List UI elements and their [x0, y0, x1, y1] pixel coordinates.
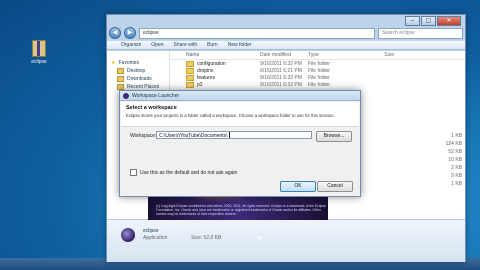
- folder-icon: [186, 67, 194, 74]
- dialog-header: Select a workspace Eclipse stores your p…: [121, 102, 359, 127]
- checkbox-label: Use this as the default and do not ask a…: [140, 169, 238, 176]
- nav-item-favorites[interactable]: ★ Favorites: [107, 59, 169, 67]
- close-button[interactable]: ✕: [437, 16, 461, 26]
- text-caret: [229, 132, 230, 138]
- downloads-icon: [117, 76, 124, 82]
- details-kind: Application: [143, 235, 168, 241]
- open-button[interactable]: Open: [151, 42, 163, 48]
- dialog-description: Eclipse stores your projects in a folder…: [126, 113, 335, 118]
- eclipse-app-icon: [121, 228, 135, 242]
- star-icon: ★: [111, 60, 116, 66]
- workspace-label: Workspace:: [130, 133, 157, 139]
- folder-icon: [186, 74, 194, 81]
- dialog-title: Workspace Launcher: [132, 93, 180, 99]
- desktop-icon-label: eclipse: [31, 59, 47, 65]
- column-type[interactable]: Type: [308, 52, 354, 58]
- maximize-button[interactable]: ▢: [421, 16, 436, 26]
- address-bar[interactable]: eclipse: [139, 27, 375, 39]
- share-with-button[interactable]: Share with: [174, 42, 198, 48]
- default-checkbox[interactable]: [130, 169, 137, 176]
- splash-copyright: (c) Copyright Eclipse contributors and o…: [156, 204, 326, 216]
- file-row[interactable]: configuration 9/16/2011 6:32 PM File fol…: [170, 60, 465, 67]
- default-workspace-option[interactable]: Use this as the default and do not ask a…: [130, 169, 237, 176]
- folder-icon: [186, 60, 194, 67]
- workspace-launcher-dialog: Workspace Launcher Select a workspace Ec…: [119, 90, 361, 197]
- column-size[interactable]: Size: [354, 52, 394, 58]
- cancel-button[interactable]: Cancel: [317, 181, 353, 192]
- column-date[interactable]: Date modified: [260, 52, 308, 58]
- file-row[interactable]: dropins 6/15/2011 6:21 PM File folder: [170, 67, 465, 74]
- file-row[interactable]: features 9/16/2011 6:32 PM File folder: [170, 74, 465, 81]
- details-size: Size: 52.0 KB: [191, 235, 222, 241]
- command-bar: Organize Open Share with Burn New folder: [107, 40, 465, 50]
- folder-icon: [186, 81, 194, 88]
- search-input[interactable]: Search eclipse: [378, 27, 463, 39]
- desktop-icon-eclipse[interactable]: eclipse: [27, 40, 51, 65]
- window-titlebar[interactable]: – ▢ ✕: [107, 15, 465, 27]
- nav-item-desktop[interactable]: Desktop: [107, 67, 169, 75]
- minimize-button[interactable]: –: [405, 16, 420, 26]
- new-folder-button[interactable]: New folder: [228, 42, 252, 48]
- file-row[interactable]: p2 9/16/2011 6:32 PM File folder: [170, 81, 465, 88]
- workspace-input[interactable]: C:\Users\YouTube\Documents\: [156, 131, 312, 139]
- column-name[interactable]: Name: [170, 52, 260, 58]
- forward-button[interactable]: ▶: [124, 27, 136, 39]
- nav-item-downloads[interactable]: Downloads: [107, 75, 169, 83]
- ok-button[interactable]: OK: [280, 181, 316, 192]
- eclipse-icon: [123, 93, 129, 99]
- mouse-cursor-icon: ✛: [256, 234, 263, 243]
- size-column-values: 1 KB 124 KB 52 KB 10 KB 2 KB 9 KB 1 KB: [445, 133, 462, 187]
- browse-button[interactable]: Browse...: [316, 131, 352, 142]
- back-button[interactable]: ◀: [109, 27, 121, 39]
- burn-button[interactable]: Burn: [207, 42, 218, 48]
- organize-button[interactable]: Organize: [121, 42, 141, 48]
- dialog-heading: Select a workspace: [126, 105, 177, 111]
- details-name: eclipse: [143, 228, 159, 234]
- details-pane: eclipse Application Size: 52.0 KB: [107, 219, 465, 262]
- zip-folder-icon: [32, 40, 46, 57]
- dialog-titlebar[interactable]: Workspace Launcher: [120, 91, 360, 101]
- desktop-icon: [117, 68, 124, 74]
- column-headers: Name Date modified Type Size: [170, 51, 465, 60]
